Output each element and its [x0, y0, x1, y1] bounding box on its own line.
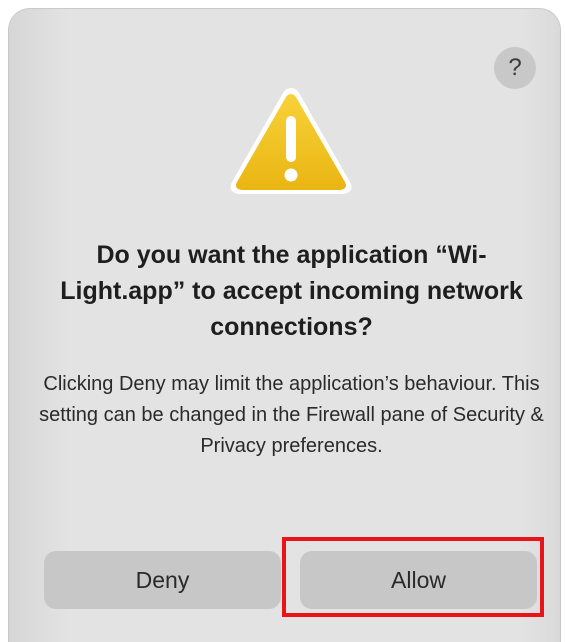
dialog-message: Clicking Deny may limit the application’… [39, 373, 544, 457]
allow-button[interactable]: Allow [300, 551, 537, 609]
firewall-dialog: ? Do you want the application “Wi-Light.… [8, 8, 561, 642]
dialog-title: Do you want the application “Wi-Light.ap… [60, 241, 523, 341]
help-button[interactable]: ? [494, 47, 536, 89]
deny-button[interactable]: Deny [44, 551, 281, 609]
warning-icon [230, 88, 352, 194]
